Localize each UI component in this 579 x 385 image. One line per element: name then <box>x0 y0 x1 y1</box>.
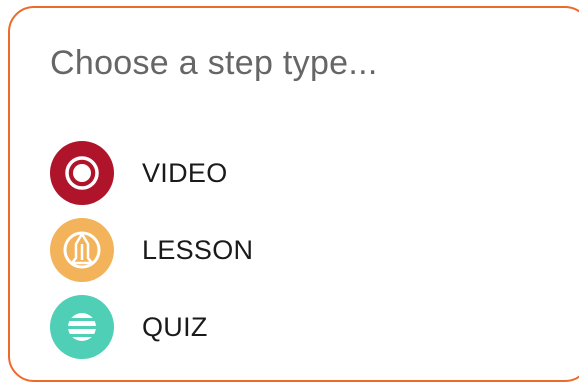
lesson-icon <box>50 218 114 282</box>
step-option-video[interactable]: VIDEO <box>50 141 253 205</box>
video-record-icon <box>50 141 114 205</box>
step-option-lesson[interactable]: LESSON <box>50 218 253 282</box>
step-option-quiz[interactable]: QUIZ <box>50 295 253 359</box>
step-type-list: VIDEO LESSON QUIZ <box>50 141 253 359</box>
step-type-dialog: Choose a step type... VIDEO LESSON QUIZ <box>8 6 579 382</box>
quiz-icon <box>50 295 114 359</box>
step-option-label: VIDEO <box>142 157 228 188</box>
step-option-label: QUIZ <box>142 311 208 342</box>
step-option-label: LESSON <box>142 234 254 265</box>
dialog-title: Choose a step type... <box>50 44 378 82</box>
